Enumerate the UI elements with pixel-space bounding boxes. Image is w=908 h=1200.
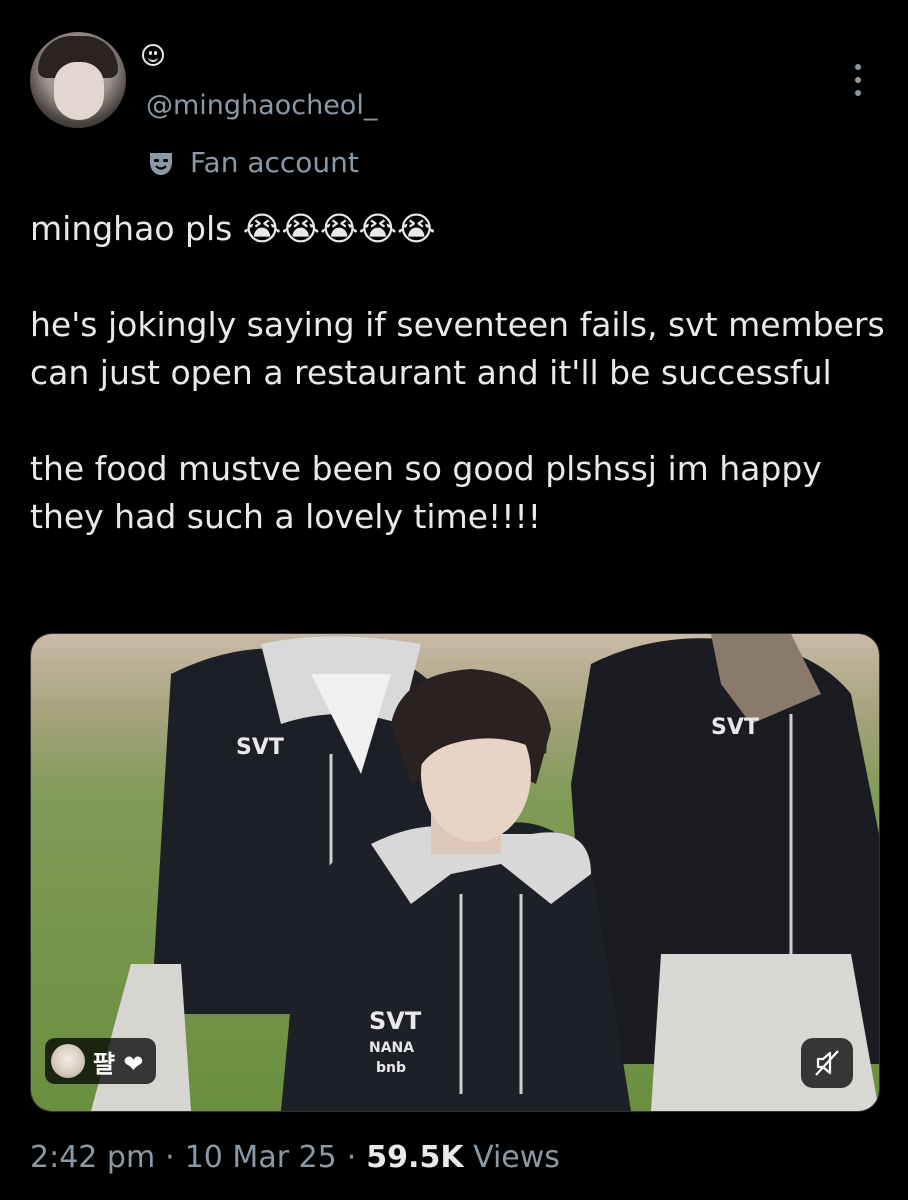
avatar-face bbox=[54, 62, 104, 120]
profile-avatar[interactable] bbox=[30, 32, 126, 128]
mute-button[interactable] bbox=[801, 1038, 853, 1088]
hoodie-logo-left: SVT bbox=[236, 735, 284, 760]
media-tag-badge[interactable]: 퍌 ❤ bbox=[45, 1038, 156, 1084]
tweet-date[interactable]: 10 Mar 25 bbox=[185, 1140, 337, 1175]
views-label: Views bbox=[473, 1140, 560, 1175]
views-count[interactable]: 59.5K bbox=[366, 1140, 463, 1175]
user-handle[interactable]: @minghaocheol_ bbox=[146, 90, 377, 121]
hoodie-logo-front-sub: NANA bbox=[369, 1040, 414, 1056]
account-label: Fan account bbox=[146, 146, 359, 179]
theater-mask-icon bbox=[150, 152, 172, 175]
badge-avatar bbox=[51, 1044, 85, 1078]
meta-separator: · bbox=[165, 1140, 175, 1175]
meta-separator-2: · bbox=[346, 1140, 357, 1175]
tweet-meta: 2:42 pm · 10 Mar 25 · 59.5K Views bbox=[30, 1140, 560, 1175]
hoodie-logo-front-sub2: bnb bbox=[376, 1060, 406, 1076]
tweet-text: minghao pls 😭😭😭😭😭 he's jokingly saying i… bbox=[30, 209, 885, 536]
account-label-text: Fan account bbox=[190, 146, 359, 179]
smiley-icon bbox=[142, 44, 164, 66]
tweet-time[interactable]: 2:42 pm bbox=[30, 1140, 155, 1175]
speaker-muted-icon bbox=[815, 1050, 839, 1076]
more-options-icon[interactable] bbox=[848, 60, 868, 100]
badge-text: 퍌 ❤ bbox=[93, 1049, 144, 1078]
tweet-video[interactable]: SVT SVT SVT NANA bnb 퍌 ❤ bbox=[30, 633, 880, 1112]
hoodie-logo-right: SVT bbox=[711, 715, 759, 740]
hoodie-logo-front: SVT bbox=[369, 1007, 422, 1035]
video-frame: SVT SVT SVT NANA bnb bbox=[31, 634, 879, 1111]
